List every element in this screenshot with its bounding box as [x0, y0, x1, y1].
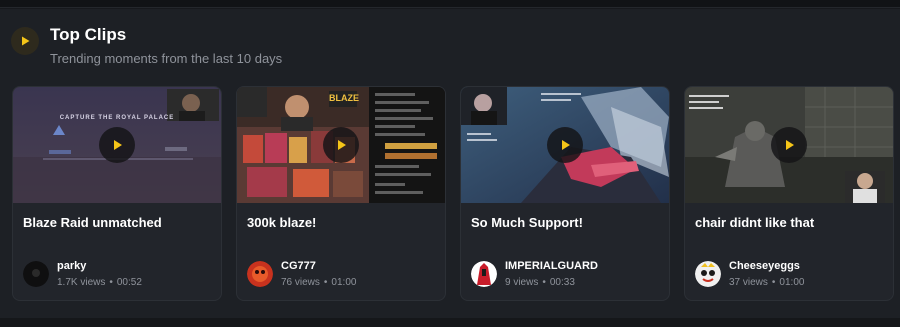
play-icon [114, 140, 122, 150]
clip-duration: 00:52 [116, 277, 142, 288]
separator: • [542, 277, 546, 288]
view-count: 37 views [729, 277, 768, 288]
clip-title[interactable]: So Much Support! [471, 215, 583, 230]
top-divider [0, 0, 900, 8]
separator: • [323, 277, 328, 288]
clip-duration: 01:00 [779, 277, 805, 288]
clip-meta: 37 views • 01:00 [729, 277, 804, 288]
author-name[interactable]: CG777 [281, 260, 316, 272]
clip-card[interactable]: BLAZE 300k blaze! CG777 76 views • 01:00 [236, 86, 446, 301]
clip-duration: 00:33 [549, 277, 575, 288]
play-button[interactable] [547, 127, 583, 163]
clip-thumbnail[interactable]: CAPTURE THE ROYAL PALACE [13, 87, 221, 203]
avatar[interactable] [471, 261, 497, 287]
clip-thumbnail[interactable]: BLAZE [237, 87, 445, 203]
top-clips-section: Top Clips Trending moments from the last… [0, 9, 900, 327]
separator: • [771, 277, 776, 288]
clip-title[interactable]: 300k blaze! [247, 215, 316, 230]
author-name[interactable]: IMPERIALGUARD [505, 260, 598, 272]
clip-meta: 9 views • 00:33 [505, 277, 575, 288]
play-icon [338, 140, 346, 150]
clip-meta: 1.7K views • 00:52 [57, 277, 142, 288]
play-icon [786, 140, 794, 150]
view-count: 9 views [505, 277, 539, 288]
clip-thumbnail[interactable] [461, 87, 669, 203]
clip-duration: 01:00 [331, 277, 357, 288]
play-icon [11, 27, 39, 55]
play-icon [562, 140, 570, 150]
author-name[interactable]: Cheeseyeggs [729, 260, 800, 272]
view-count: 1.7K views [57, 277, 106, 288]
clip-card[interactable]: So Much Support! IMPERIALGUARD 9 views • 0… [460, 86, 670, 301]
clip-card[interactable]: CAPTURE THE ROYAL PALACE Blaze Raid unma… [12, 86, 222, 301]
avatar[interactable] [247, 261, 273, 287]
play-button[interactable] [99, 127, 135, 163]
clip-thumbnail[interactable] [685, 87, 893, 203]
play-button[interactable] [771, 127, 807, 163]
clip-title[interactable]: chair didnt like that [695, 215, 814, 230]
clip-meta: 76 views • 01:00 [281, 277, 356, 288]
author-name[interactable]: parky [57, 260, 86, 272]
view-count: 76 views [281, 277, 320, 288]
separator: • [109, 277, 113, 288]
play-button[interactable] [323, 127, 359, 163]
avatar[interactable] [23, 261, 49, 287]
bottom-divider [0, 318, 900, 327]
section-title: Top Clips [50, 25, 127, 44]
clip-title[interactable]: Blaze Raid unmatched [23, 215, 162, 230]
thumbnail-caption: BLAZE [329, 93, 359, 103]
thumbnail-caption: CAPTURE THE ROYAL PALACE [59, 115, 175, 121]
avatar[interactable] [695, 261, 721, 287]
section-subtitle: Trending moments from the last 10 days [50, 51, 283, 66]
clip-card[interactable]: chair didnt like that Cheeseyeggs 37 vie… [684, 86, 894, 301]
